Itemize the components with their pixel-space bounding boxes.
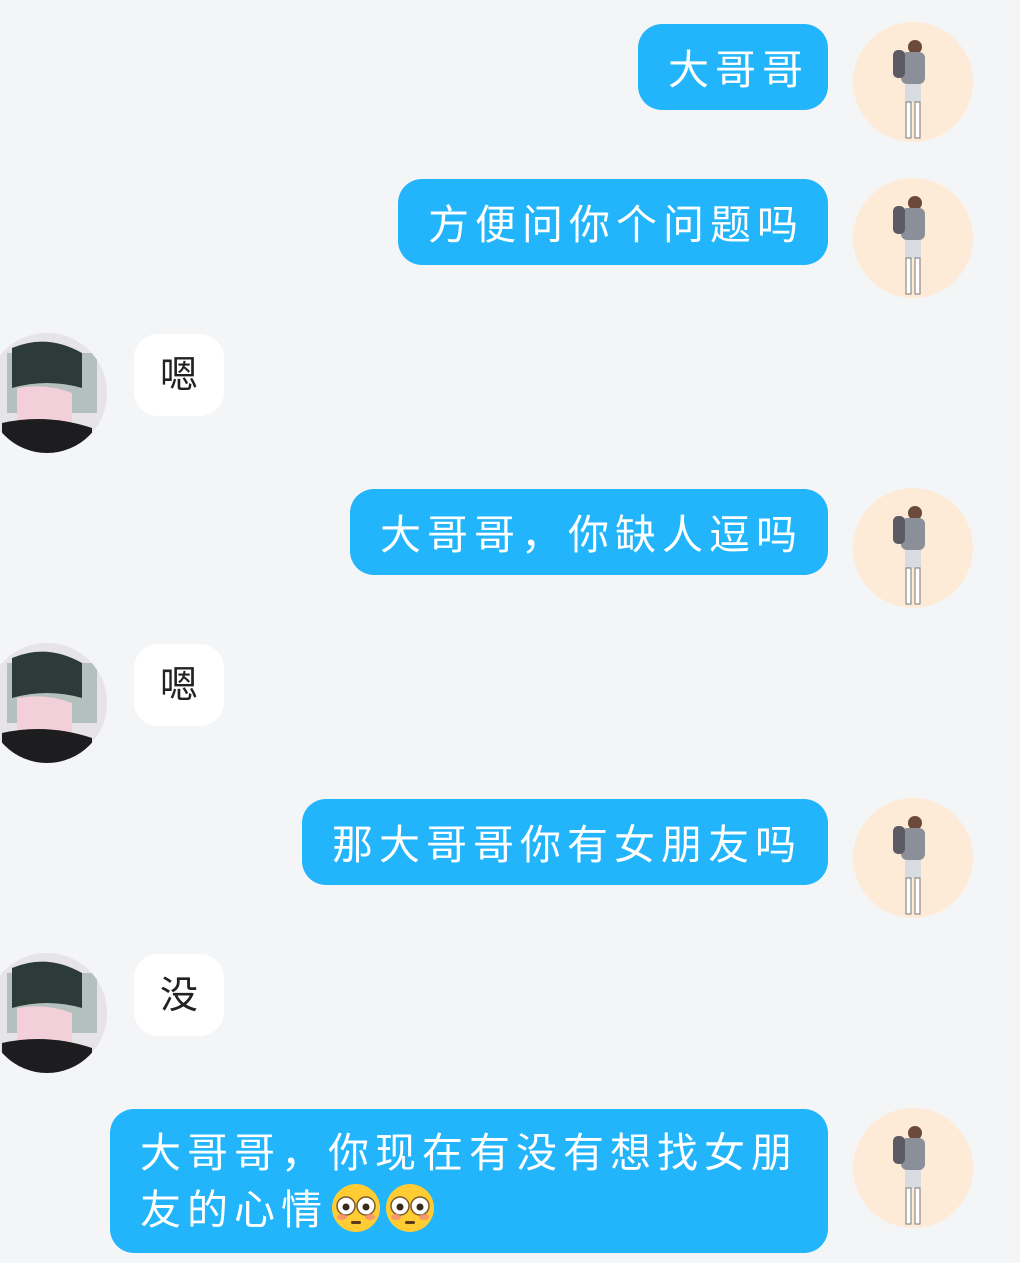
flushed-face-emoji-icon bbox=[330, 1182, 382, 1234]
self-avatar[interactable] bbox=[853, 798, 973, 918]
message-text: 嗯 bbox=[159, 662, 198, 707]
anime-boy-avatar-icon bbox=[0, 643, 107, 763]
self-avatar[interactable] bbox=[853, 178, 973, 298]
contact-avatar[interactable] bbox=[0, 333, 107, 453]
outgoing-message-bubble[interactable]: 方便问你个问题吗 bbox=[398, 179, 828, 265]
message-text: 友的心情 bbox=[140, 1186, 328, 1234]
chat-message-list[interactable]: 大哥哥 方便问你个问题吗 嗯 大哥哥，你缺人逗吗 嗯 那大哥哥你有女朋友吗 没 … bbox=[0, 0, 1020, 1263]
message-text-line: 大哥哥，你现在有没有想找女朋 bbox=[140, 1129, 798, 1177]
incoming-message-bubble[interactable]: 嗯 bbox=[134, 334, 224, 416]
outgoing-message-bubble[interactable]: 大哥哥，你缺人逗吗 bbox=[350, 489, 828, 575]
anime-girl-avatar-icon bbox=[893, 40, 925, 139]
anime-girl-avatar-icon bbox=[893, 506, 925, 605]
message-text: 那大哥哥你有女朋友吗 bbox=[332, 821, 802, 869]
message-text: 嗯 bbox=[159, 352, 198, 397]
anime-girl-avatar-icon bbox=[893, 816, 925, 915]
anime-girl-avatar-icon bbox=[893, 196, 925, 295]
message-text: 大哥哥 bbox=[668, 46, 809, 94]
contact-avatar[interactable] bbox=[0, 953, 107, 1073]
message-text-line-2: 友的心情 bbox=[140, 1182, 802, 1239]
incoming-message-bubble[interactable]: 嗯 bbox=[134, 644, 224, 726]
outgoing-message-bubble[interactable]: 那大哥哥你有女朋友吗 bbox=[302, 799, 828, 885]
incoming-message-bubble[interactable]: 没 bbox=[134, 954, 224, 1036]
outgoing-message-bubble[interactable]: 大哥哥 bbox=[638, 24, 828, 110]
message-text: 没 bbox=[159, 972, 198, 1017]
anime-boy-avatar-icon bbox=[0, 333, 107, 453]
outgoing-message-bubble[interactable]: 大哥哥，你现在有没有想找女朋 友的心情 bbox=[110, 1109, 828, 1253]
self-avatar[interactable] bbox=[853, 488, 973, 608]
flushed-face-emoji-icon bbox=[384, 1182, 436, 1234]
self-avatar[interactable] bbox=[853, 22, 973, 142]
message-text: 大哥哥，你缺人逗吗 bbox=[380, 511, 803, 559]
anime-girl-avatar-icon bbox=[893, 1126, 925, 1225]
message-text: 方便问你个问题吗 bbox=[428, 201, 804, 249]
self-avatar[interactable] bbox=[853, 1108, 973, 1228]
anime-boy-avatar-icon bbox=[0, 953, 107, 1073]
contact-avatar[interactable] bbox=[0, 643, 107, 763]
